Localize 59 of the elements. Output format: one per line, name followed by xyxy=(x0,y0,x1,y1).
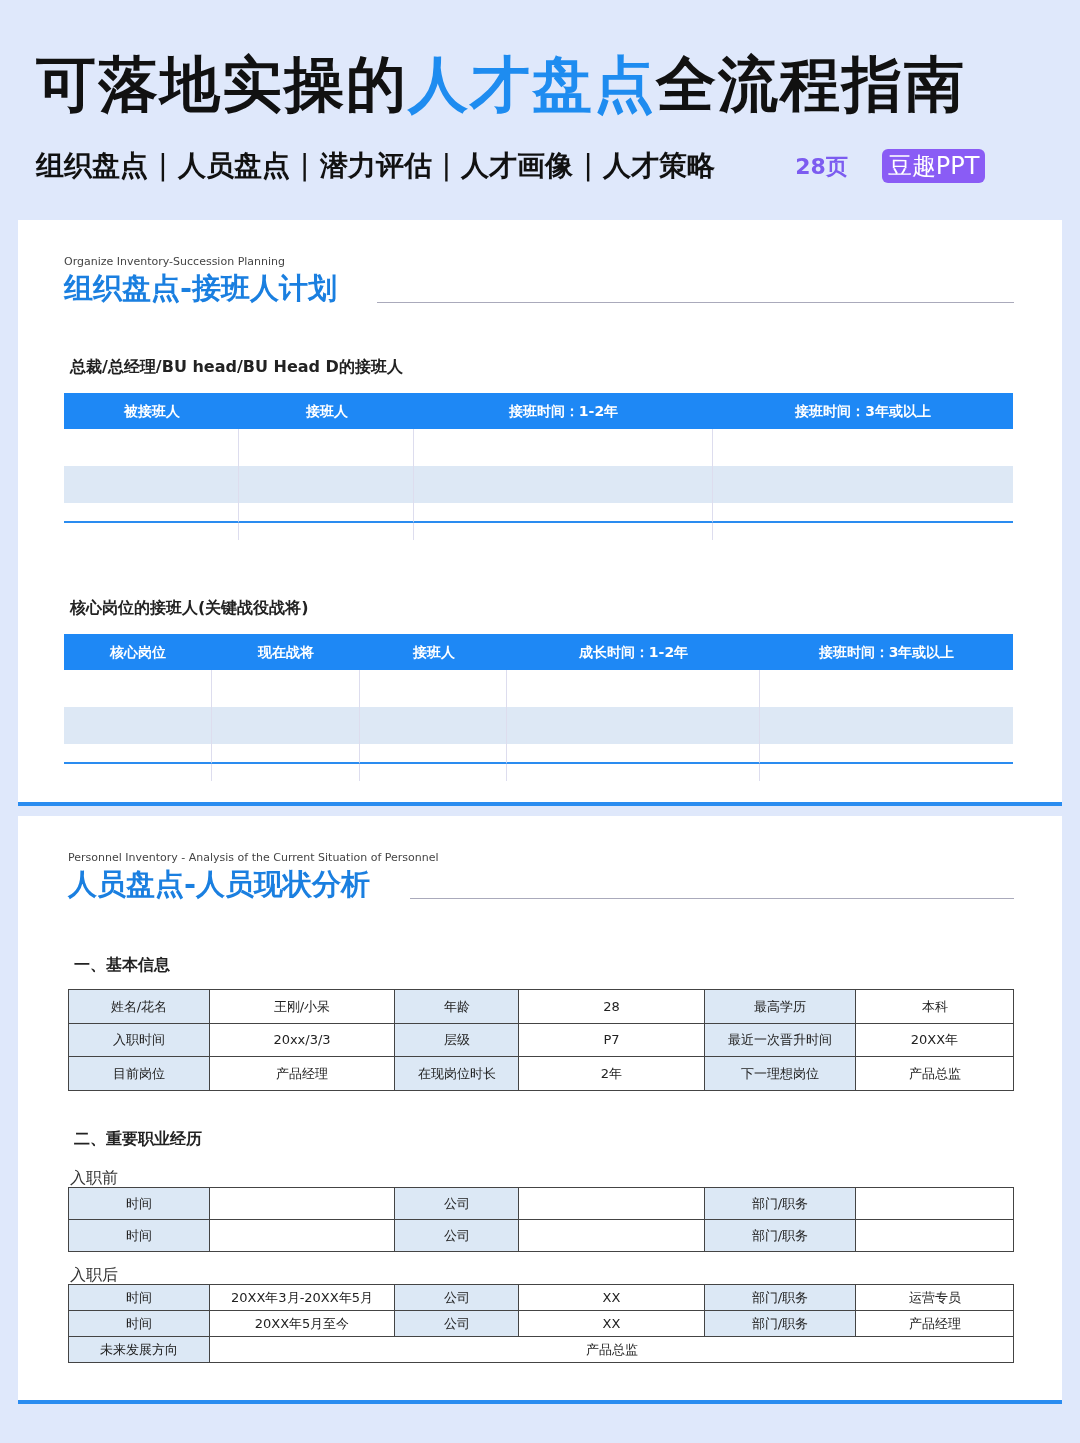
label-cell: 姓名/花名 xyxy=(69,990,210,1024)
label-cell: 部门/职务 xyxy=(705,1284,856,1311)
table-cell: 产品总监 xyxy=(210,1336,1014,1363)
divider-mark: | xyxy=(158,147,168,185)
group-label: 入职前 xyxy=(70,1168,119,1187)
label-cell: 公司 xyxy=(395,1310,519,1337)
section-heading: 核心岗位的接班人(关键战役战将) xyxy=(70,597,310,620)
column-header: 接班时间：3年或以上 xyxy=(713,393,1013,430)
table-cell: 本科 xyxy=(856,990,1014,1024)
section-heading: 一、基本信息 xyxy=(74,954,171,977)
label-cell: 下一理想岗位 xyxy=(705,1057,856,1091)
label-cell: 部门/职务 xyxy=(705,1310,856,1337)
column-header: 接班人 xyxy=(239,393,414,430)
column-header: 被接班人 xyxy=(64,393,239,430)
label-cell: 公司 xyxy=(395,1187,519,1220)
label-cell: 时间 xyxy=(69,1284,210,1311)
section-heading: 二、重要职业经历 xyxy=(74,1127,203,1150)
label-cell: 入职时间 xyxy=(69,1023,210,1058)
label-cell: 在现岗位时长 xyxy=(395,1057,519,1091)
label-cell: 时间 xyxy=(69,1187,210,1220)
divider-mark: | xyxy=(583,147,594,185)
topic-label: 组织盘点 xyxy=(36,148,148,184)
column-header: 核心岗位 xyxy=(64,634,212,671)
slide-title: 组织盘点-接班人计划 xyxy=(64,270,338,306)
label-cell: 公司 xyxy=(395,1284,519,1311)
english-subtitle: Personnel Inventory - Analysis of the Current Situation of Personnel xyxy=(68,850,440,866)
table-cell: 20XX年 xyxy=(856,1023,1014,1058)
label-cell: 公司 xyxy=(395,1219,519,1252)
poster-title: 可落地实操的人才盘点全流程指南 xyxy=(36,48,967,120)
topic-label: 潜力评估 xyxy=(319,148,432,184)
divider-mark: | xyxy=(299,147,310,185)
column-header: 成长时间：1-2年 xyxy=(507,634,760,671)
topic-label: 人员盘点 xyxy=(177,148,290,184)
topic-label: 人才策略 xyxy=(603,148,716,184)
label-cell: 目前岗位 xyxy=(69,1057,210,1091)
label-cell: 时间 xyxy=(69,1310,210,1337)
english-subtitle: Organize Inventory-Succession Planning xyxy=(64,254,286,270)
label-cell: 最高学历 xyxy=(705,990,856,1024)
brand-badge: 豆趣PPT xyxy=(881,149,986,183)
group-label: 入职后 xyxy=(70,1265,119,1284)
label-cell: 部门/职务 xyxy=(705,1219,856,1252)
section-heading: 总裁/总经理/BU head/BU Head D的接班人 xyxy=(70,356,404,379)
label-cell: 部门/职务 xyxy=(705,1187,856,1220)
label-cell: 最近一次晋升时间 xyxy=(705,1023,856,1058)
label-cell: 未来发展方向 xyxy=(69,1336,210,1363)
page-count: 28页 xyxy=(795,152,848,181)
column-header: 接班时间：1-2年 xyxy=(414,393,713,430)
slide-title: 人员盘点-人员现状分析 xyxy=(68,866,371,902)
table-cell: 产品总监 xyxy=(856,1057,1014,1091)
divider-mark: | xyxy=(441,147,452,185)
table-cell: 运营专员 xyxy=(856,1284,1014,1311)
label-cell: 层级 xyxy=(395,1023,519,1058)
column-header: 接班时间：3年或以上 xyxy=(760,634,1013,671)
column-header: 接班人 xyxy=(360,634,507,671)
column-header: 现在战将 xyxy=(212,634,360,671)
label-cell: 年龄 xyxy=(395,990,519,1024)
table-cell: 产品经理 xyxy=(856,1310,1014,1337)
topic-label: 人才画像 xyxy=(461,148,574,184)
label-cell: 时间 xyxy=(69,1219,210,1252)
